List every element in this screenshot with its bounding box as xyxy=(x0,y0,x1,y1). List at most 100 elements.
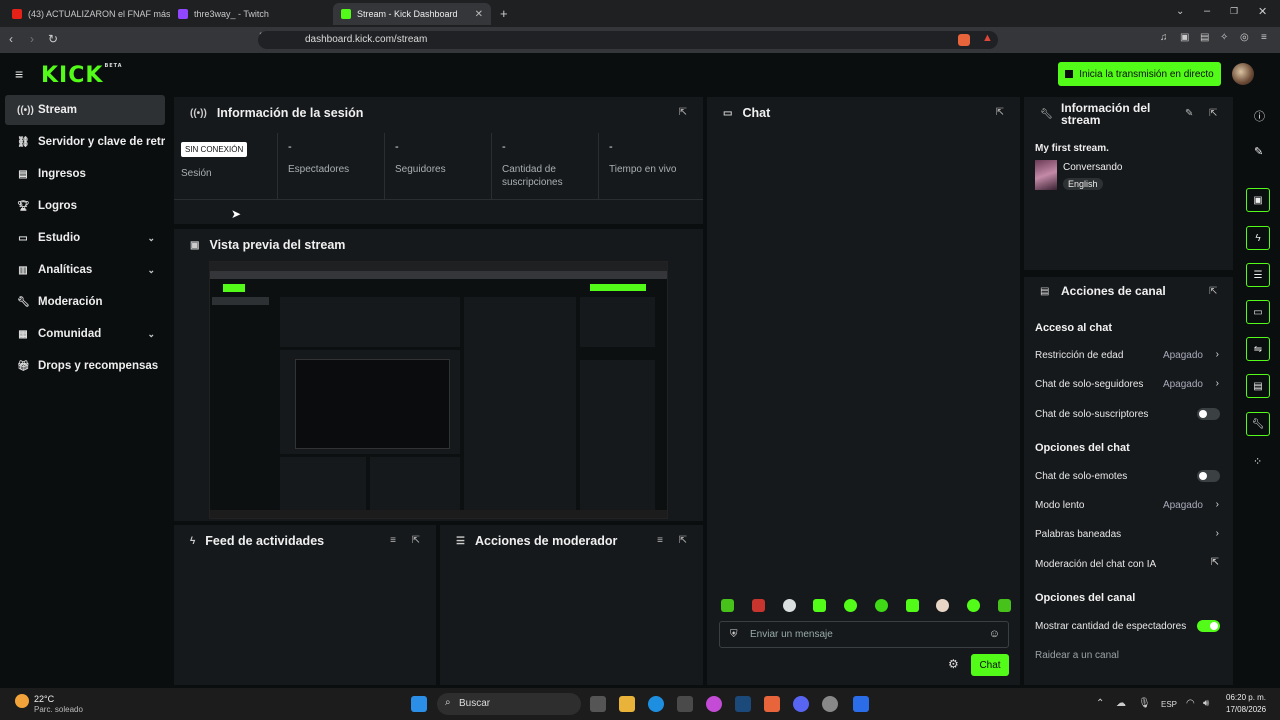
url-input[interactable]: dashboard.kick.com/stream xyxy=(258,31,998,49)
emote-icon[interactable] xyxy=(751,599,765,612)
sidebar-item-community[interactable]: ▦ Comunidad ⌄ xyxy=(5,319,165,349)
file-explorer-icon[interactable] xyxy=(619,696,635,712)
back-icon[interactable]: ‹ xyxy=(9,32,13,46)
emotes-only-toggle[interactable] xyxy=(1197,470,1220,482)
taskbar-search[interactable]: ⌕ Buscar xyxy=(437,693,581,715)
popout-icon[interactable]: ⇱ xyxy=(1209,108,1217,119)
send-chat-button[interactable]: Chat xyxy=(971,654,1009,676)
chat-message-input[interactable]: ⛨ Enviar un mensaje ☺ xyxy=(719,621,1009,648)
sidebar-toggle-icon[interactable]: ▣ xyxy=(1180,32,1189,43)
brave-icon[interactable] xyxy=(764,696,780,712)
emoji-icon[interactable]: ☺ xyxy=(989,628,1000,640)
popout-icon[interactable]: ⇱ xyxy=(996,107,1004,118)
address-bar-row: ‹ › ↻ ☐ dashboard.kick.com/stream ▲ ♫ ▣ … xyxy=(0,27,1280,53)
emote-icon[interactable] xyxy=(874,599,888,612)
popout-icon[interactable]: ⇱ xyxy=(1209,286,1217,297)
discord-icon[interactable] xyxy=(793,696,809,712)
sidebar-item-analytics[interactable]: ▥ Analíticas ⌄ xyxy=(5,255,165,285)
stat-followers: - Seguidores xyxy=(385,133,492,199)
windows-start-icon[interactable] xyxy=(411,696,427,712)
wifi-icon[interactable]: ◠ xyxy=(1186,698,1195,709)
panel-title: Información del stream xyxy=(1061,101,1151,127)
raid-channel-label[interactable]: Raidear a un canal xyxy=(1035,650,1119,661)
new-tab-icon[interactable]: + xyxy=(500,6,508,21)
popout-icon[interactable]: ⇱ xyxy=(412,535,420,546)
browser-tab-youtube[interactable]: (43) ACTUALIZARON el FNAF más RE xyxy=(4,3,170,25)
vpn-icon[interactable]: ◎ xyxy=(1240,32,1249,43)
layout-icon[interactable]: ⁘ xyxy=(1253,455,1262,468)
preview-chat xyxy=(464,297,576,517)
task-view-icon[interactable] xyxy=(590,696,606,712)
kick-logo[interactable]: KICKBETA xyxy=(41,63,123,88)
window-close-icon[interactable]: ✕ xyxy=(1258,5,1267,18)
sidebar-item-stream[interactable]: ((•)) Stream xyxy=(5,95,165,125)
menu-icon[interactable]: ≡ xyxy=(1261,32,1267,43)
browser-tab-twitch[interactable]: thre3way_ - Twitch xyxy=(170,3,330,25)
sidebar-item-moderation[interactable]: 🔧︎ Moderación xyxy=(5,287,165,317)
edit-icon[interactable]: ✎ xyxy=(1254,145,1263,158)
minimize-icon[interactable]: – xyxy=(1204,5,1210,17)
emote-icon[interactable] xyxy=(813,599,827,612)
app-icon[interactable] xyxy=(853,696,869,712)
emote-icon[interactable] xyxy=(936,599,950,612)
emote-icon[interactable] xyxy=(721,599,734,612)
reload-icon[interactable]: ↻ xyxy=(48,32,58,46)
emote-bar xyxy=(721,599,1011,613)
clock-date[interactable]: 17/08/2026 xyxy=(1226,705,1266,714)
steam-icon[interactable] xyxy=(735,696,751,712)
network-icon[interactable]: ☁ xyxy=(1116,698,1126,709)
edge-icon[interactable] xyxy=(648,696,664,712)
sidebar-item-studio[interactable]: ▭ Estudio ⌄ xyxy=(5,223,165,253)
row-value: Apagado xyxy=(1162,350,1203,361)
emote-icon[interactable] xyxy=(905,599,919,612)
show-viewers-toggle[interactable] xyxy=(1197,620,1220,632)
store-icon[interactable] xyxy=(677,696,693,712)
tab-list-icon[interactable]: ⌄ xyxy=(1176,6,1184,17)
filter-icon[interactable]: ≡ xyxy=(657,535,663,546)
emote-icon[interactable] xyxy=(844,599,858,612)
tray-chevron-icon[interactable]: ⌃ xyxy=(1096,698,1104,709)
sidebar-item-drops[interactable]: 🎁︎ Drops y recompensas xyxy=(5,351,165,381)
hamburger-icon[interactable]: ≡ xyxy=(15,66,23,82)
popout-icon[interactable]: ⇱ xyxy=(679,535,687,546)
rail-activity-icon[interactable]: ϟ xyxy=(1246,226,1270,250)
emote-icon[interactable] xyxy=(997,599,1011,612)
go-live-button[interactable]: Inicia la transmisión en directo xyxy=(1058,62,1221,86)
sidebar-item-server-key[interactable]: ⛓ Servidor y clave de retransmisión xyxy=(5,127,165,157)
rail-chat-icon[interactable]: ▭ xyxy=(1246,300,1270,324)
sidebar-item-label: Logros xyxy=(38,200,77,212)
copilot-icon[interactable] xyxy=(706,696,722,712)
volume-icon[interactable]: 🔊︎ xyxy=(1203,698,1209,709)
brave-rewards-icon[interactable]: ▲ xyxy=(982,32,993,44)
rail-mod-actions-icon[interactable]: ☰ xyxy=(1246,263,1270,287)
filter-icon[interactable]: ≡ xyxy=(390,535,396,546)
rail-stream-info-icon[interactable]: 🔧︎ xyxy=(1246,412,1270,436)
sidebar-item-revenue[interactable]: ▤ Ingresos xyxy=(5,159,165,189)
rail-session-icon[interactable]: ⇋ xyxy=(1246,337,1270,361)
popout-icon[interactable]: ⇱ xyxy=(679,107,687,118)
emote-icon[interactable] xyxy=(782,599,796,612)
maximize-icon[interactable]: ❐ xyxy=(1230,6,1238,17)
rail-channel-actions-icon[interactable]: ▤ xyxy=(1246,374,1270,398)
gear-icon[interactable]: ⚙ xyxy=(948,657,959,671)
wallet-icon[interactable]: ▤ xyxy=(1200,32,1209,43)
media-icon[interactable]: ♫ xyxy=(1160,32,1168,43)
avatar[interactable] xyxy=(1232,63,1254,85)
edit-icon[interactable]: ✎ xyxy=(1185,108,1193,119)
rail-preview-icon[interactable]: ▣ xyxy=(1246,188,1270,212)
sidebar-item-achievements[interactable]: 🏆︎ Logros xyxy=(5,191,165,221)
leo-icon[interactable]: ✧ xyxy=(1220,32,1228,43)
settings-app-icon[interactable] xyxy=(822,696,838,712)
brave-shield-icon[interactable] xyxy=(958,34,970,46)
stream-preview-video[interactable] xyxy=(209,261,668,519)
browser-tab-kick[interactable]: Stream - Kick Dashboard ✕ xyxy=(333,3,491,25)
info-icon[interactable]: ⓘ xyxy=(1254,108,1265,124)
clock-time[interactable]: 06:20 p. m. xyxy=(1226,693,1266,702)
mic-icon[interactable]: 🎙︎ xyxy=(1138,698,1151,709)
close-tab-icon[interactable]: ✕ xyxy=(475,9,483,20)
forward-icon[interactable]: › xyxy=(30,32,34,46)
chevron-down-icon: ⌄ xyxy=(147,264,155,275)
emote-icon[interactable] xyxy=(967,599,981,612)
subscribers-only-toggle[interactable] xyxy=(1197,408,1220,420)
input-language[interactable]: ESP xyxy=(1161,700,1177,709)
